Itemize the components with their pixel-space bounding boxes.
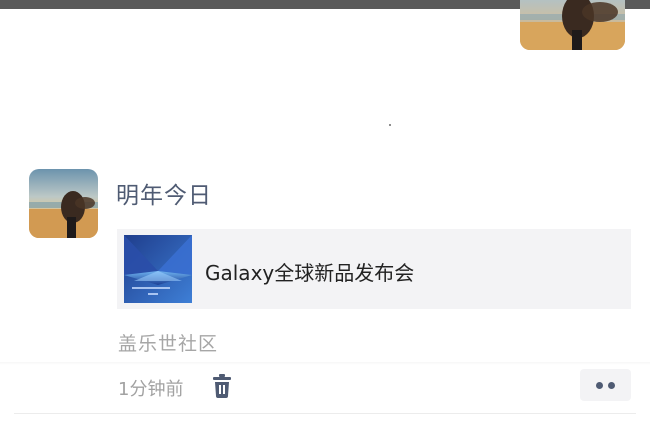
user-avatar[interactable]	[29, 169, 98, 238]
previous-post-avatar[interactable]	[520, 0, 625, 50]
section-fade	[0, 362, 650, 365]
post-timestamp: 1分钟前	[118, 379, 184, 400]
tiny-dot	[389, 124, 391, 126]
more-actions-button[interactable]	[580, 369, 631, 401]
link-thumbnail	[124, 235, 192, 303]
post-username[interactable]: 明年今日	[116, 176, 212, 210]
more-dots-icon	[608, 382, 615, 389]
post-source[interactable]: 盖乐世社区	[118, 329, 218, 356]
post-divider	[14, 413, 636, 414]
moments-feed: 明年今日 Galaxy全球新品发布会 盖乐世社区 1分钟前	[0, 0, 650, 421]
more-dots-icon	[596, 382, 603, 389]
trash-icon[interactable]	[211, 374, 233, 398]
link-title: Galaxy全球新品发布会	[205, 261, 415, 285]
shared-link-card[interactable]: Galaxy全球新品发布会	[117, 229, 631, 309]
